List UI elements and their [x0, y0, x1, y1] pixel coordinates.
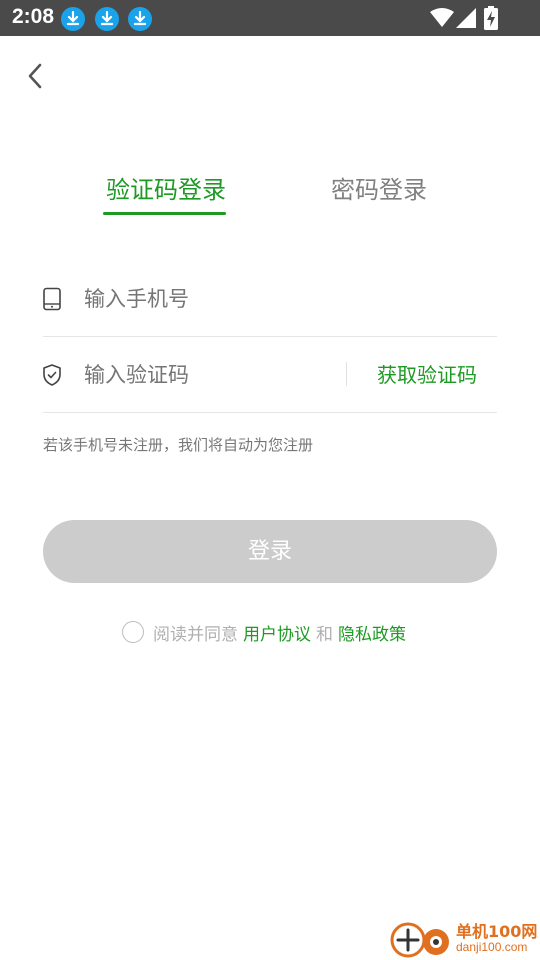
status-bar: 2:08 — [0, 0, 540, 36]
privacy-policy-link[interactable]: 隐私政策 — [338, 620, 406, 645]
watermark: 单机100网 danji100.com — [390, 916, 540, 960]
divider — [43, 336, 497, 337]
active-tab-indicator — [103, 212, 226, 215]
login-button[interactable]: 登录 — [43, 520, 497, 583]
agreement-row: 阅读并同意 用户协议 和 隐私政策 — [122, 620, 406, 645]
agreement-conjunction: 和 — [316, 624, 333, 645]
signal-icon — [456, 8, 476, 28]
back-button[interactable] — [20, 60, 52, 92]
battery-charging-icon — [484, 6, 498, 30]
agreement-prefix: 阅读并同意 — [153, 624, 238, 645]
download-icon — [128, 7, 152, 31]
auto-register-hint: 若该手机号未注册，我们将自动为您注册 — [43, 436, 314, 454]
user-agreement-link[interactable]: 用户协议 — [243, 620, 311, 645]
code-input[interactable] — [84, 360, 334, 390]
watermark-url: danji100.com — [456, 940, 528, 954]
divider — [43, 412, 497, 413]
tab-password-login[interactable]: 密码登录 — [331, 172, 427, 208]
shield-icon — [43, 364, 61, 386]
watermark-logo-icon — [390, 922, 449, 958]
watermark-title: 单机100网 — [456, 922, 538, 941]
phone-input[interactable] — [84, 284, 324, 314]
get-code-button[interactable]: 获取验证码 — [377, 361, 477, 389]
status-time: 2:08 — [12, 5, 55, 28]
agree-checkbox[interactable] — [122, 621, 144, 643]
download-icon — [95, 7, 119, 31]
chevron-left-icon — [28, 63, 42, 89]
download-icon — [61, 7, 85, 31]
wifi-icon — [430, 8, 454, 27]
phone-icon — [43, 287, 61, 311]
tab-sms-login[interactable]: 验证码登录 — [106, 172, 226, 208]
vertical-divider — [346, 362, 347, 386]
